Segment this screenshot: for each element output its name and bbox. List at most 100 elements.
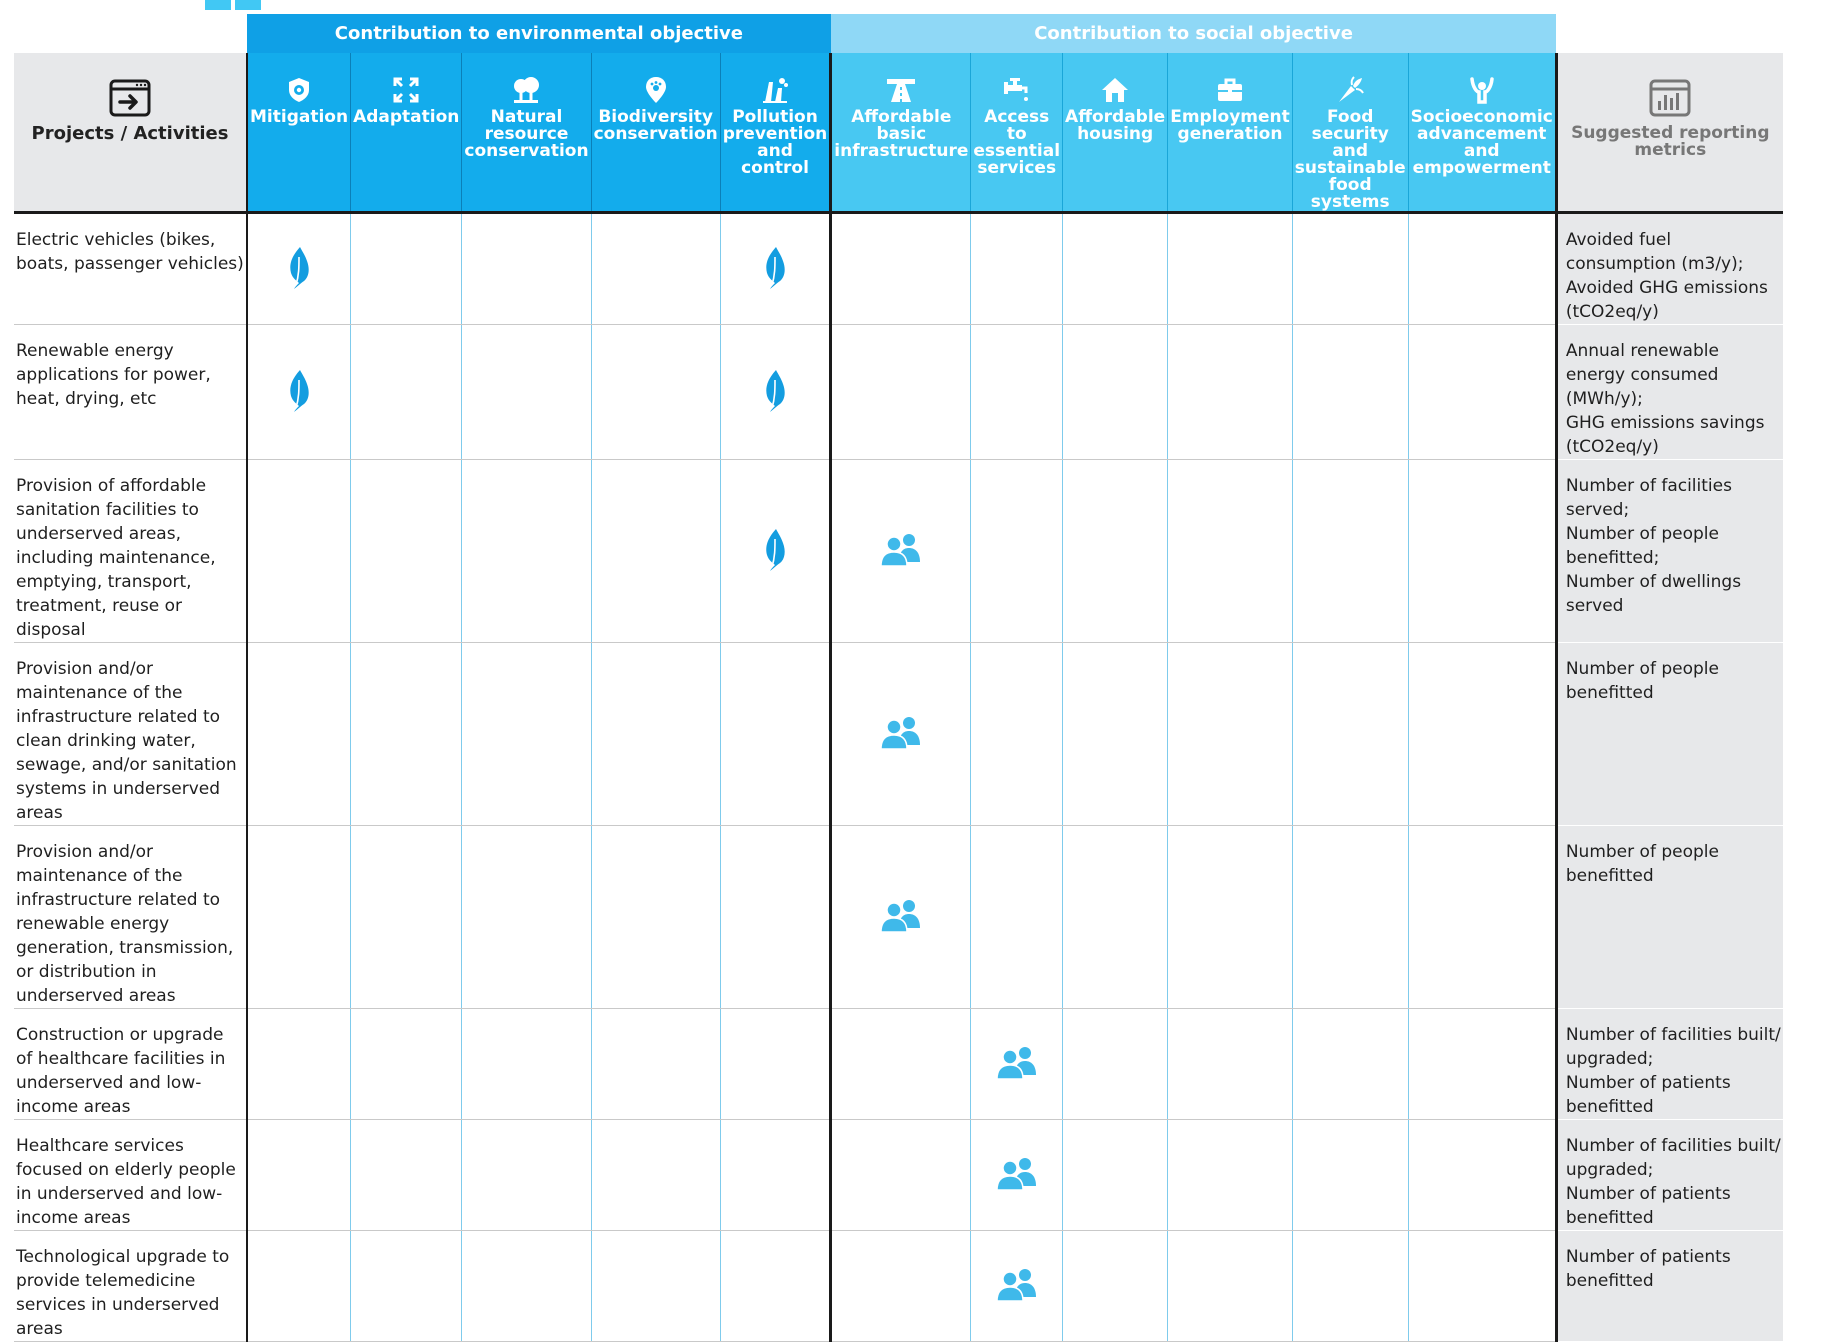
matrix-cell bbox=[461, 459, 592, 643]
matrix-cell bbox=[1407, 825, 1557, 1009]
project-name: Construction or upgrade of healthcare fa… bbox=[14, 1008, 248, 1120]
column-header: Food security and sustainable food syste… bbox=[1291, 53, 1409, 214]
matrix-cell bbox=[461, 825, 592, 1009]
column-header-label: Natural resource conservation bbox=[464, 107, 589, 161]
matrix-cell bbox=[350, 212, 462, 325]
projects-header: Projects / Activities bbox=[14, 53, 247, 214]
column-header-label: Mitigation bbox=[250, 107, 349, 127]
metric-line: consumption (m3/y); bbox=[1565, 254, 1744, 274]
matrix-cell bbox=[1167, 642, 1293, 826]
reporting-metrics: Number of patients benefitted bbox=[1554, 1230, 1783, 1342]
people-icon bbox=[880, 532, 922, 570]
matrix-cell bbox=[461, 212, 592, 325]
trees-icon bbox=[462, 71, 590, 109]
matrix-cell bbox=[970, 825, 1063, 1009]
matrix-cell bbox=[247, 642, 351, 826]
reporting-metrics: Number of facilities served; Number of peo… bbox=[1554, 459, 1783, 643]
metric-line: Number of people bbox=[1565, 842, 1719, 862]
metric-line: benefitted; bbox=[1565, 548, 1660, 568]
metric-line: upgraded; bbox=[1565, 1160, 1654, 1180]
column-header: Affordable basic infrastructure bbox=[829, 53, 971, 214]
leaf-icon bbox=[763, 527, 787, 575]
metric-line: served bbox=[1565, 596, 1624, 616]
column-header: Employment generation bbox=[1167, 53, 1293, 214]
metric-line: energy consumed bbox=[1565, 365, 1719, 385]
column-header-label: Affordable basic infrastructure bbox=[834, 107, 969, 161]
matrix-cell bbox=[1407, 212, 1557, 325]
matrix-cell bbox=[350, 1008, 462, 1120]
matrix-cell bbox=[1291, 324, 1409, 460]
matrix-cell bbox=[1062, 324, 1168, 460]
road-icon bbox=[832, 71, 970, 109]
matrix-cell bbox=[590, 1008, 721, 1120]
metric-line: served; bbox=[1565, 500, 1630, 520]
leaf-icon bbox=[287, 245, 311, 293]
matrix-cell bbox=[1167, 1119, 1293, 1231]
projects-table: Contribution to environmental objective … bbox=[14, 14, 1783, 1342]
matrix-cell bbox=[461, 1119, 592, 1231]
project-name: Renewable energy applications for power,… bbox=[14, 324, 248, 460]
matrix-cell bbox=[719, 825, 831, 1009]
leaf-icon bbox=[763, 368, 787, 416]
matrix-cell bbox=[1062, 1119, 1168, 1231]
reporting-metrics: Number of facilities built/upgraded; Numb… bbox=[1554, 1119, 1783, 1231]
people-icon bbox=[880, 715, 922, 753]
metrics-header: Suggested reporting metrics bbox=[1554, 53, 1783, 214]
metric-line: Number of facilities built/ bbox=[1565, 1136, 1781, 1156]
matrix-cell bbox=[1407, 1119, 1557, 1231]
project-name: Provision and/or maintenance of the infr… bbox=[14, 642, 248, 826]
column-header: Adaptation bbox=[350, 53, 462, 214]
metric-line: (tCO2eq/y) bbox=[1565, 437, 1659, 457]
people-icon bbox=[995, 1156, 1038, 1194]
table-row: Renewable energy applications for power,… bbox=[14, 324, 1783, 460]
matrix-cell bbox=[970, 459, 1063, 643]
metric-line: Avoided GHG emissions bbox=[1565, 278, 1768, 298]
table-row: Construction or upgrade of healthcare fa… bbox=[14, 1008, 1783, 1120]
decoration-square bbox=[205, 0, 231, 10]
matrix-cell bbox=[1062, 1230, 1168, 1342]
matrix-cell bbox=[247, 1008, 351, 1120]
reporting-metrics: Number of facilities built/upgraded; Numb… bbox=[1554, 1008, 1783, 1120]
matrix-cell bbox=[829, 825, 971, 1009]
reporting-metrics: Number of people benefitted bbox=[1554, 825, 1783, 1009]
metric-line: Annual renewable bbox=[1565, 341, 1719, 361]
matrix-cell bbox=[1167, 825, 1293, 1009]
metric-line: Number of patients bbox=[1565, 1184, 1731, 1204]
matrix-cell bbox=[1407, 324, 1557, 460]
env-group-header: Contribution to environmental objective bbox=[247, 14, 831, 53]
metric-line: Number of people bbox=[1565, 524, 1719, 544]
metric-line: (MWh/y); bbox=[1565, 389, 1643, 409]
matrix-cell bbox=[590, 459, 721, 643]
table-row: Healthcare services focused on elderly p… bbox=[14, 1119, 1783, 1231]
matrix-cell bbox=[1291, 212, 1409, 325]
matrix-cell bbox=[970, 1230, 1063, 1342]
metric-line: upgraded; bbox=[1565, 1049, 1654, 1069]
matrix-cell bbox=[1167, 459, 1293, 643]
matrix-cell bbox=[1291, 459, 1409, 643]
factory-icon bbox=[721, 71, 830, 109]
matrix-cell bbox=[350, 825, 462, 1009]
soc-group-header: Contribution to social objective bbox=[830, 14, 1557, 53]
matrix-cell bbox=[1291, 1230, 1409, 1342]
matrix-cell bbox=[829, 1230, 971, 1342]
projects-header-label: Projects / Activities bbox=[31, 123, 229, 144]
matrix-cell bbox=[1167, 324, 1293, 460]
matrix-cell bbox=[350, 459, 462, 643]
matrix-cell bbox=[1167, 1230, 1293, 1342]
matrix-cell bbox=[247, 212, 351, 325]
matrix-cell bbox=[247, 459, 351, 643]
project-name: Healthcare services focused on elderly p… bbox=[14, 1119, 248, 1231]
people-icon bbox=[995, 1267, 1038, 1305]
expand-arrows-icon bbox=[351, 71, 461, 109]
matrix-cell bbox=[247, 324, 351, 460]
metric-line: Number of facilities bbox=[1565, 476, 1732, 496]
metric-line: Number of people bbox=[1565, 659, 1719, 679]
paw-pin-icon bbox=[592, 71, 720, 109]
metric-line: benefitted bbox=[1565, 866, 1654, 886]
matrix-cell bbox=[461, 324, 592, 460]
matrix-cell bbox=[350, 642, 462, 826]
project-name: Electric vehicles (bikes, boats, passeng… bbox=[14, 212, 248, 325]
matrix-cell bbox=[970, 1119, 1063, 1231]
house-icon bbox=[1063, 71, 1167, 109]
people-icon bbox=[880, 898, 922, 936]
